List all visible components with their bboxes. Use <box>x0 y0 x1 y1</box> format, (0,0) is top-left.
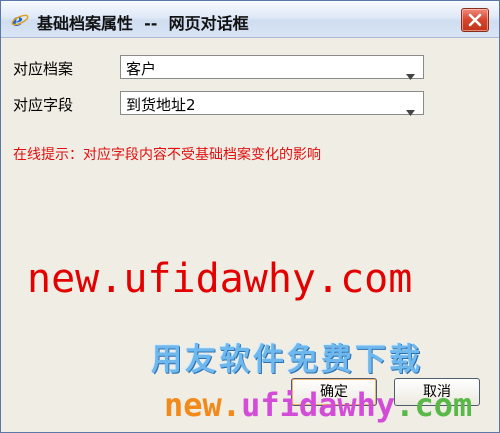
chevron-down-icon <box>406 101 415 120</box>
watermark-url-bottom-a: new. <box>164 386 242 424</box>
archive-label: 对应档案 <box>13 60 74 78</box>
field-select-value: 到货地址2 <box>126 96 196 114</box>
dialog-window: e 基础档案属性 -- 网页对话框 对应档案 客户 对应字段 到货地址2 在线提… <box>0 0 500 433</box>
field-label: 对应字段 <box>13 96 74 114</box>
title-bar[interactable]: e 基础档案属性 -- 网页对话框 <box>1 1 499 38</box>
ie-icon: e <box>11 11 29 31</box>
watermark-url-bottom: new.ufidawhy.com <box>164 386 472 424</box>
watermark-url-top: new.ufidawhy.com <box>27 256 413 302</box>
watermark-url-bottom-c: .com <box>395 386 473 424</box>
watermark-brand: 用友软件免费下载 <box>151 342 423 378</box>
online-hint: 在线提示：对应字段内容不受基础档案变化的影响 <box>13 147 321 163</box>
window-title: 基础档案属性 -- 网页对话框 <box>37 14 249 33</box>
close-button[interactable] <box>461 8 489 32</box>
archive-select-value: 客户 <box>126 60 157 78</box>
archive-select[interactable]: 客户 <box>120 55 424 80</box>
watermark-url-bottom-b: ufidawhy <box>241 386 396 424</box>
chevron-down-icon <box>406 65 415 84</box>
field-select[interactable]: 到货地址2 <box>120 91 424 116</box>
